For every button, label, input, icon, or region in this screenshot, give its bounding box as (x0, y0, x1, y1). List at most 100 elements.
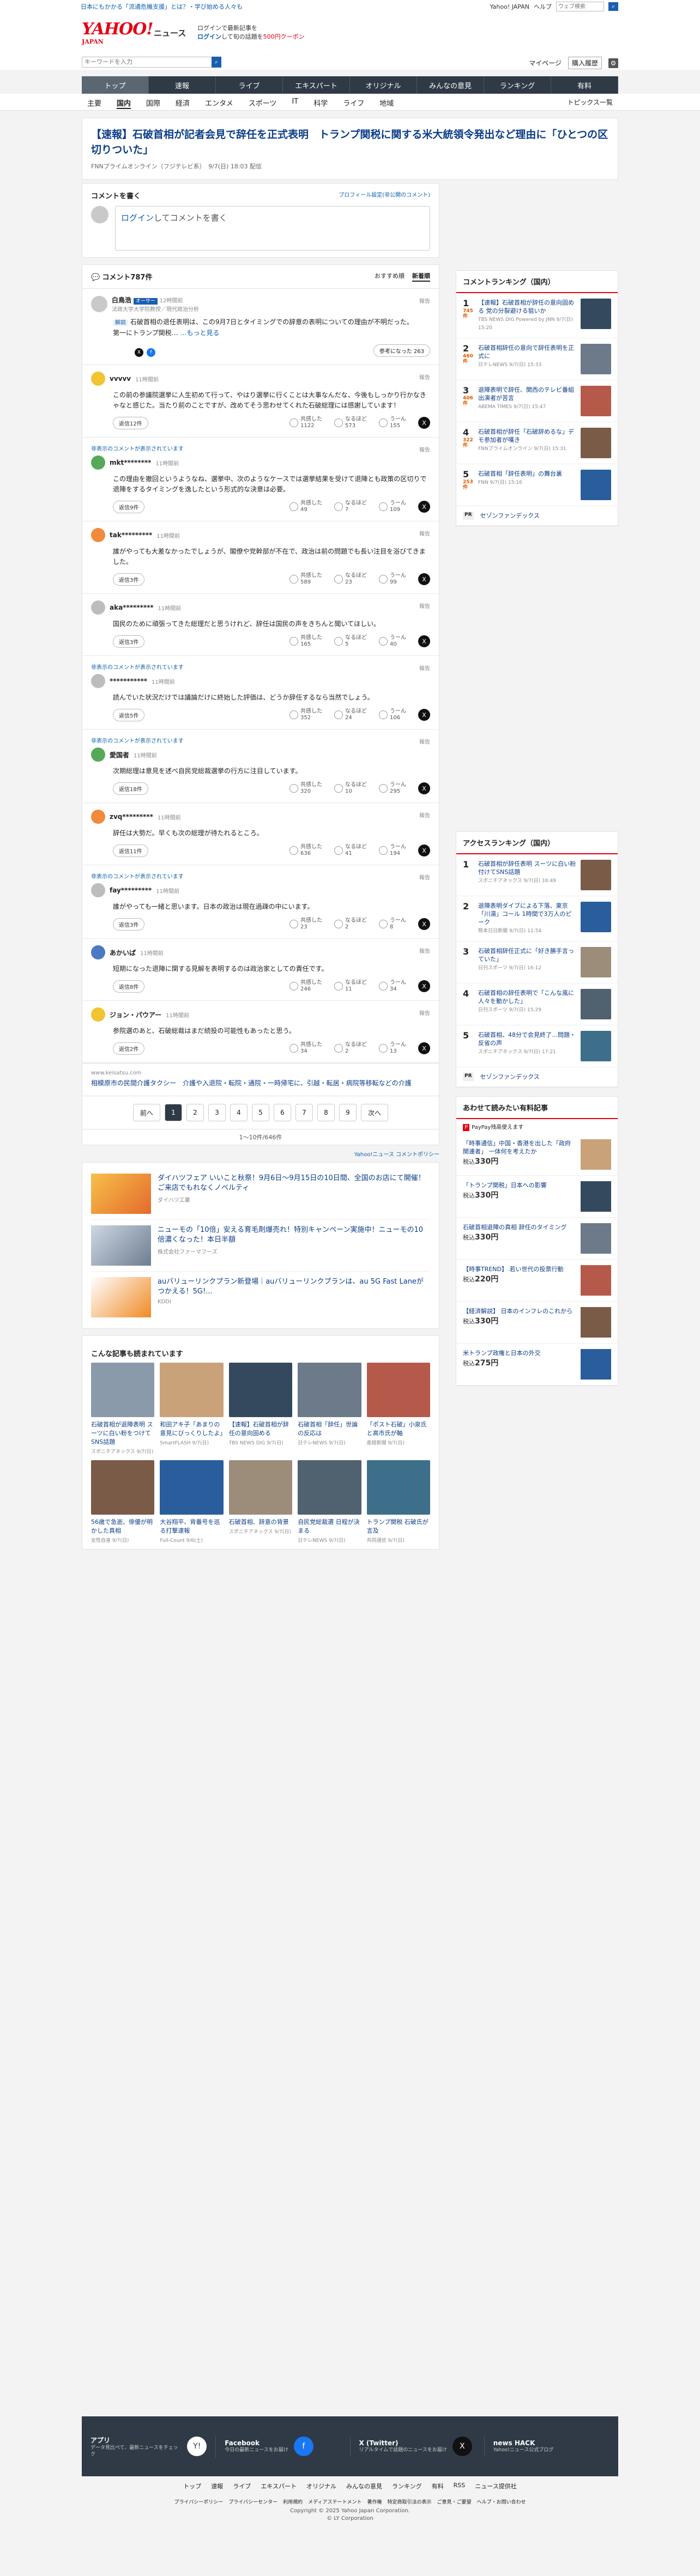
access-ranking-item[interactable]: 1 石破首相が辞任表明 スーツに白い粉付けてSNS話題 スポニチアネックス 9/7(… (456, 854, 618, 896)
x-share-icon[interactable]: X (418, 782, 430, 794)
access-ranking-item[interactable]: 5 石破首相、48分で会見終了…問題・反省の声 スポニチアネックス 9/7(日) 1… (456, 1025, 618, 1067)
ranking-item[interactable]: 5 253件 石破首相「辞任表明」の舞台裏 FNN 9/7(日) 15:16 (456, 464, 618, 506)
footer-legal-link[interactable]: ご意見・ご要望 (437, 2498, 472, 2505)
report-link[interactable]: 報告 (419, 811, 430, 819)
article-title[interactable]: 【速報】石破首相が記者会見で辞任を正式表明 トランプ関税に関する米大統領令発出な… (91, 127, 609, 157)
empathy-vote[interactable]: 共感した 34 (289, 1042, 322, 1055)
footer-legal-link[interactable]: 利用規約 (283, 2498, 303, 2505)
related-article[interactable]: 石破首相、辞意の背景 スポニチアネックス 9/7(日) (228, 1460, 293, 1544)
footer-legal-link[interactable]: プライバシーセンター (228, 2498, 277, 2505)
access-ranking-item[interactable]: 2 退陣表明ダイブによる下落、東京「川湯」コール 1時間で3万人のピーク 熊本日日新… (456, 896, 618, 941)
reply-button[interactable]: 返信3件 (113, 918, 145, 931)
related-article-image[interactable] (366, 1363, 430, 1417)
footer-legal-link[interactable]: ヘルプ・お問い合わせ (477, 2498, 526, 2505)
footer-legal-link[interactable]: 著作権 (367, 2498, 382, 2505)
ranking-thumbnail[interactable] (581, 299, 611, 329)
access-ranking-thumbnail[interactable] (581, 989, 611, 1019)
web-search-input[interactable] (556, 2, 604, 11)
ranking-thumbnail[interactable] (581, 428, 611, 458)
pager-prev[interactable]: 前へ (133, 1104, 160, 1121)
ranking-thumbnail[interactable] (581, 470, 611, 500)
pager-page-2[interactable]: 2 (186, 1104, 204, 1121)
related-article-image[interactable] (298, 1460, 361, 1515)
comment-author[interactable]: vvvvv (110, 375, 131, 382)
reply-button[interactable]: 返信8件 (113, 980, 145, 993)
doubt-vote[interactable]: うーん 40 (379, 635, 406, 648)
sort-newest-tab[interactable]: 新着順 (412, 271, 430, 282)
access-ranking-thumbnail[interactable] (581, 902, 611, 932)
footer-legal-link[interactable]: プライバシーポリシー (174, 2498, 223, 2505)
footer-link[interactable]: ニュース提供社 (475, 2482, 516, 2490)
footer-link[interactable]: 有料 (432, 2482, 444, 2490)
report-link[interactable]: 報告 (419, 373, 430, 381)
footer-legal-link[interactable]: 特定商取引法の表示 (388, 2498, 432, 2505)
footer-link[interactable]: エキスパート (261, 2482, 297, 2490)
reply-button[interactable]: 返信2件 (113, 1042, 145, 1055)
doubt-vote[interactable]: うーん 155 (379, 416, 406, 429)
ad-item[interactable]: ダイハツフェア いいこと秋祭！9月6日〜9月15日の10日間、全国のお店にて開催… (91, 1168, 430, 1220)
doubt-vote[interactable]: うーん 99 (379, 573, 406, 586)
x-share-icon[interactable]: X (418, 417, 430, 429)
related-article-image[interactable] (160, 1363, 224, 1417)
pager-page-4[interactable]: 4 (230, 1104, 248, 1121)
ranking-item[interactable]: 2 460件 石破首相辞任の意向で辞任表明を正式に 日テレNEWS 9/7(日) 15… (456, 338, 618, 380)
access-ranking-thumbnail[interactable] (581, 1031, 611, 1061)
x-share-icon[interactable]: X (418, 980, 430, 992)
related-article[interactable]: 石破首相「辞任」世論の反応は 日テレNEWS 9/7(日) (298, 1363, 361, 1455)
footer-facebook[interactable]: Facebook 今日の最新ニュースをお届け f (216, 2437, 351, 2456)
pager-page-3[interactable]: 3 (208, 1104, 226, 1121)
access-ranking-thumbnail[interactable] (581, 947, 611, 977)
access-ranking-thumbnail[interactable] (581, 860, 611, 890)
pager-next[interactable]: 次へ (361, 1104, 388, 1121)
cat-entertainment[interactable]: エンタメ (205, 98, 233, 109)
empathy-vote[interactable]: 共感した 589 (289, 573, 322, 586)
x-share-icon[interactable]: X (418, 709, 430, 721)
profile-setting-link[interactable]: プロフィール設定(非公開のコメント) (339, 190, 430, 201)
ad-image[interactable] (91, 1225, 151, 1266)
help-link[interactable]: ヘルプ (534, 2, 552, 11)
x-share-icon[interactable]: X (418, 845, 430, 856)
related-article-image[interactable] (160, 1460, 224, 1515)
insight-vote[interactable]: なるほど 2 (334, 1042, 367, 1055)
yahoo-logo[interactable]: YAHOO! JAPAN (82, 20, 154, 45)
related-article-image[interactable] (298, 1363, 361, 1417)
ad-item[interactable]: auバリューリンクプラン新登場｜auバリューリンクプランは、au 5G Fast… (91, 1272, 430, 1323)
pager-page-6[interactable]: 6 (274, 1104, 291, 1121)
paid-article-item[interactable]: 石破首相退陣の真相 辞任のタイミング 税込330円 (456, 1218, 618, 1260)
pager-page-8[interactable]: 8 (317, 1104, 335, 1121)
nav-paid[interactable]: 有料 (551, 76, 618, 94)
nav-breaking[interactable]: 速報 (149, 76, 216, 94)
reply-button[interactable]: 返信9件 (113, 500, 145, 513)
footer-link[interactable]: トップ (183, 2482, 201, 2490)
mypage-link[interactable]: マイページ (529, 58, 562, 68)
sponsored-link[interactable]: 相模原市の民間介護タクシー 介護や入退院・転院・通院・一時帰宅に、引越・転居・病… (91, 1078, 430, 1088)
paid-article-thumbnail[interactable] (581, 1265, 611, 1296)
related-article-image[interactable] (91, 1460, 155, 1515)
related-article[interactable]: トランプ関税 石破氏が言及 共同通信 9/7(日) (366, 1460, 430, 1544)
x-share-icon[interactable]: X (418, 573, 430, 585)
purchase-history-link[interactable]: 購入履歴 (568, 57, 602, 69)
insight-vote[interactable]: なるほど 7 (334, 500, 367, 513)
empathy-vote[interactable]: 共感した 320 (289, 782, 322, 795)
insight-vote[interactable]: なるほど 11 (334, 980, 367, 993)
pager-page-1[interactable]: 1 (165, 1104, 182, 1121)
empathy-vote[interactable]: 共感した 23 (289, 918, 322, 931)
nav-top[interactable]: トップ (82, 76, 149, 94)
paid-article-item[interactable]: 米トランプ政権と日本の外交 税込275円 (456, 1344, 618, 1386)
access-ranking-item[interactable]: 3 石破首相辞任正式に「好き勝手言っていた」 日刊スポーツ 9/7(日) 16:12 (456, 941, 618, 983)
footer-legal-link[interactable]: メディアステートメント (308, 2498, 361, 2505)
pager-page-7[interactable]: 7 (295, 1104, 313, 1121)
comment-author[interactable]: 愛国者 (110, 750, 129, 760)
doubt-vote[interactable]: うーん 109 (379, 500, 406, 513)
expert-name[interactable]: 白鳥浩 (112, 296, 131, 304)
report-link[interactable]: 報告 (419, 602, 430, 610)
related-article-image[interactable] (91, 1363, 155, 1417)
news-search-button[interactable]: ⌕ (212, 57, 221, 68)
paid-article-thumbnail[interactable] (581, 1139, 611, 1170)
cat-international[interactable]: 国際 (146, 98, 160, 109)
x-share-icon[interactable]: X (418, 635, 430, 647)
related-article[interactable]: 【速報】石破首相が辞任の意向固める TBS NEWS DIG 9/7(日) (228, 1363, 293, 1455)
top-promo-link[interactable]: 日本にもかかる「流通危機支援」とは？・学び始める人々も (81, 2, 243, 11)
x-share-icon[interactable]: X (418, 1042, 430, 1054)
ranking-item[interactable]: 3 406件 退陣表明で辞任、関西のテレビ番組出演者が苦言 ABEMA TIMES 9… (456, 380, 618, 422)
